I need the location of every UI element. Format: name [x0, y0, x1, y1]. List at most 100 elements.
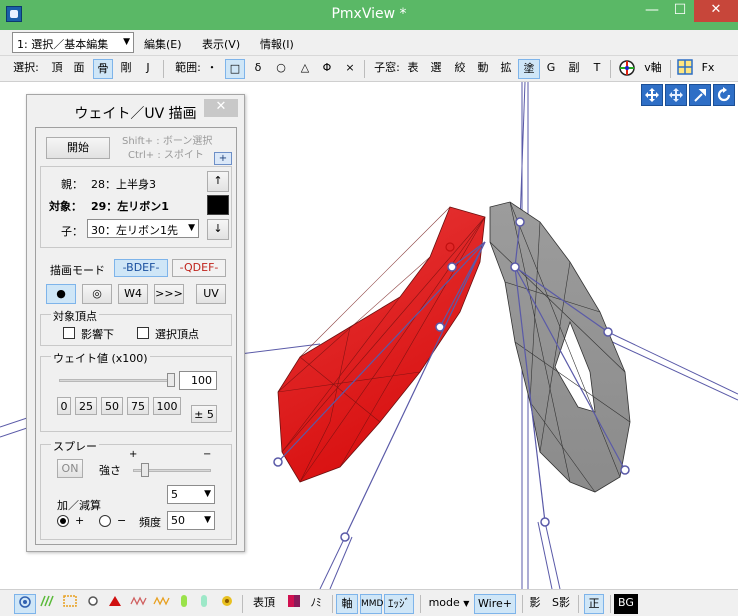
forward-button[interactable]: >>> — [154, 284, 184, 304]
subwin-filter-button[interactable]: 絞 — [451, 59, 469, 79]
spray-on-button[interactable]: ON — [57, 459, 83, 478]
bdef-button[interactable]: -BDEF- — [114, 259, 168, 277]
subwin-t-button[interactable]: T — [589, 59, 605, 79]
select-face-button[interactable]: 面 — [70, 59, 88, 79]
range-phi-button[interactable]: Φ — [319, 59, 335, 79]
weight-slider-thumb[interactable] — [167, 373, 175, 387]
soft-body-icon[interactable] — [176, 594, 192, 614]
self-shadow-button[interactable]: S影 — [548, 594, 574, 614]
close-button[interactable]: ✕ — [694, 0, 738, 22]
chevron-down-icon: ▼ — [204, 515, 211, 525]
expand-button[interactable]: + — [214, 152, 232, 165]
menu-bar: 1: 選択／基本編集 ▼ 編集(E) 表示(V) 情報(I) — [0, 30, 738, 56]
subwin-group-button[interactable]: G — [543, 59, 559, 79]
bone-dot-icon[interactable] — [84, 594, 102, 614]
select-label: 選択: — [13, 61, 39, 74]
influence-checkbox[interactable] — [63, 327, 75, 339]
select-vertex-button[interactable]: 頂 — [48, 59, 66, 79]
subtract-radio[interactable] — [99, 515, 111, 527]
weight-value-field[interactable]: 100 — [179, 371, 217, 390]
wire-green-icon[interactable] — [38, 594, 58, 614]
preset-100-button[interactable]: 100 — [153, 397, 181, 415]
ortho-button[interactable]: 正 — [584, 594, 604, 614]
range-clear-button[interactable]: × — [342, 59, 358, 79]
minimize-button[interactable]: — — [638, 0, 666, 22]
preset-50-button[interactable]: 50 — [101, 397, 123, 415]
brush-ring-button[interactable]: ◎ — [82, 284, 112, 304]
bone-display-button[interactable]: ﾉﾐ — [306, 594, 326, 614]
range-circle-button[interactable]: ○ — [273, 59, 289, 79]
vertex-dot-icon[interactable] — [14, 594, 36, 614]
menu-edit[interactable]: 編集(E) — [144, 36, 182, 52]
zoom-icon[interactable] — [689, 84, 711, 106]
preset-0-button[interactable]: 0 — [57, 397, 71, 415]
plus-minus-5-button[interactable]: ± 5 — [191, 405, 217, 423]
preset-25-button[interactable]: 25 — [75, 397, 97, 415]
strength-label: 強さ — [99, 464, 121, 477]
material-color-icon[interactable] — [284, 594, 304, 614]
range-triangle-button[interactable]: △ — [297, 59, 313, 79]
edge-button[interactable]: ｴｯｼﾞ — [384, 594, 414, 614]
spray-group: スプレー + − ON 強さ 5 ▼ 加／減算 + − 頻度 50 ▼ — [40, 438, 232, 540]
edit-mode-select[interactable]: 1: 選択／基本編集 ▼ — [12, 32, 134, 53]
select-bone-button[interactable]: 骨 — [93, 59, 113, 79]
menu-view[interactable]: 表示(V) — [202, 36, 240, 52]
frequency-select[interactable]: 50 ▼ — [167, 511, 215, 530]
joint-wave-icon[interactable] — [128, 594, 150, 614]
w4-button[interactable]: W4 — [118, 284, 148, 304]
range-label: 範囲: — [175, 61, 201, 74]
subwin-paint-button[interactable]: 塗 — [518, 59, 540, 79]
mmd-button[interactable]: MMD — [360, 594, 383, 614]
morph-icon[interactable] — [196, 594, 212, 614]
qdef-button[interactable]: -QDEF- — [172, 259, 226, 277]
range-delta-button[interactable]: δ — [250, 59, 266, 79]
selected-vertex-checkbox[interactable] — [137, 327, 149, 339]
subwin-select-button[interactable]: 選 — [427, 59, 445, 79]
target-color-swatch[interactable] — [207, 195, 229, 215]
v-axis-button[interactable]: v軸 — [641, 59, 665, 79]
subwin-table-button[interactable]: 表 — [404, 59, 422, 79]
wave-orange-icon[interactable] — [152, 594, 172, 614]
rigid-triangle-icon[interactable] — [106, 594, 124, 614]
bone-section: 親： 28：上半身3 ↑ 対象： 29：左リボン1 子： 30：左リボン1先 ▼… — [40, 166, 232, 248]
panel-close-button[interactable]: ✕ — [204, 99, 238, 117]
mode-dropdown[interactable]: mode ▼ — [426, 594, 472, 614]
select-joint-button[interactable]: J — [140, 59, 156, 79]
strength-select[interactable]: 5 ▼ — [167, 485, 215, 504]
child-down-button[interactable]: ↓ — [207, 219, 229, 240]
range-rect-button[interactable]: □ — [225, 59, 245, 79]
child-bone-select[interactable]: 30：左リボン1先 ▼ — [87, 219, 199, 238]
grid-icon[interactable] — [675, 59, 695, 79]
rotate-icon[interactable] — [713, 84, 735, 106]
subwin-move-button[interactable]: 動 — [474, 59, 492, 79]
subwin-scale-button[interactable]: 拡 — [497, 59, 515, 79]
select-rigid-button[interactable]: 剛 — [117, 59, 135, 79]
texture-icon[interactable] — [218, 594, 236, 614]
start-button[interactable]: 開始 — [46, 137, 110, 159]
add-radio[interactable] — [57, 515, 69, 527]
addsub-label: 加／減算 — [57, 499, 101, 512]
menu-info[interactable]: 情報(I) — [260, 36, 294, 52]
uv-button[interactable]: UV — [196, 284, 226, 304]
background-button[interactable]: BG — [614, 594, 638, 614]
wire-plus-button[interactable]: Wire+ — [474, 594, 516, 614]
subwin-sub-button[interactable]: 副 — [565, 59, 583, 79]
brush-solid-button[interactable]: ● — [46, 284, 76, 304]
fx-button[interactable]: Fx — [698, 59, 718, 79]
range-point-button[interactable]: ・ — [205, 59, 219, 79]
weight-uv-panel: ウェイト／UV 描画 ✕ 開始 Shift+ : ボーン選択 Ctrl+ : ス… — [26, 94, 245, 552]
strength-slider-thumb[interactable] — [141, 463, 149, 477]
axis-button[interactable]: 軸 — [336, 594, 358, 614]
preset-75-button[interactable]: 75 — [127, 397, 149, 415]
vertex-display-button[interactable]: 表頂 — [250, 594, 278, 614]
mesh-orange-icon[interactable] — [60, 594, 80, 614]
parent-up-button[interactable]: ↑ — [207, 171, 229, 192]
local-axis-icon[interactable] — [616, 59, 638, 79]
move-icon[interactable] — [665, 84, 687, 106]
pan-icon[interactable] — [641, 84, 663, 106]
maximize-button[interactable]: ☐ — [666, 0, 694, 22]
weight-slider-track[interactable] — [59, 379, 173, 382]
shadow-button[interactable]: 影 — [526, 594, 544, 614]
gray-mesh — [489, 201, 631, 493]
parent-label: 親： — [61, 178, 83, 191]
